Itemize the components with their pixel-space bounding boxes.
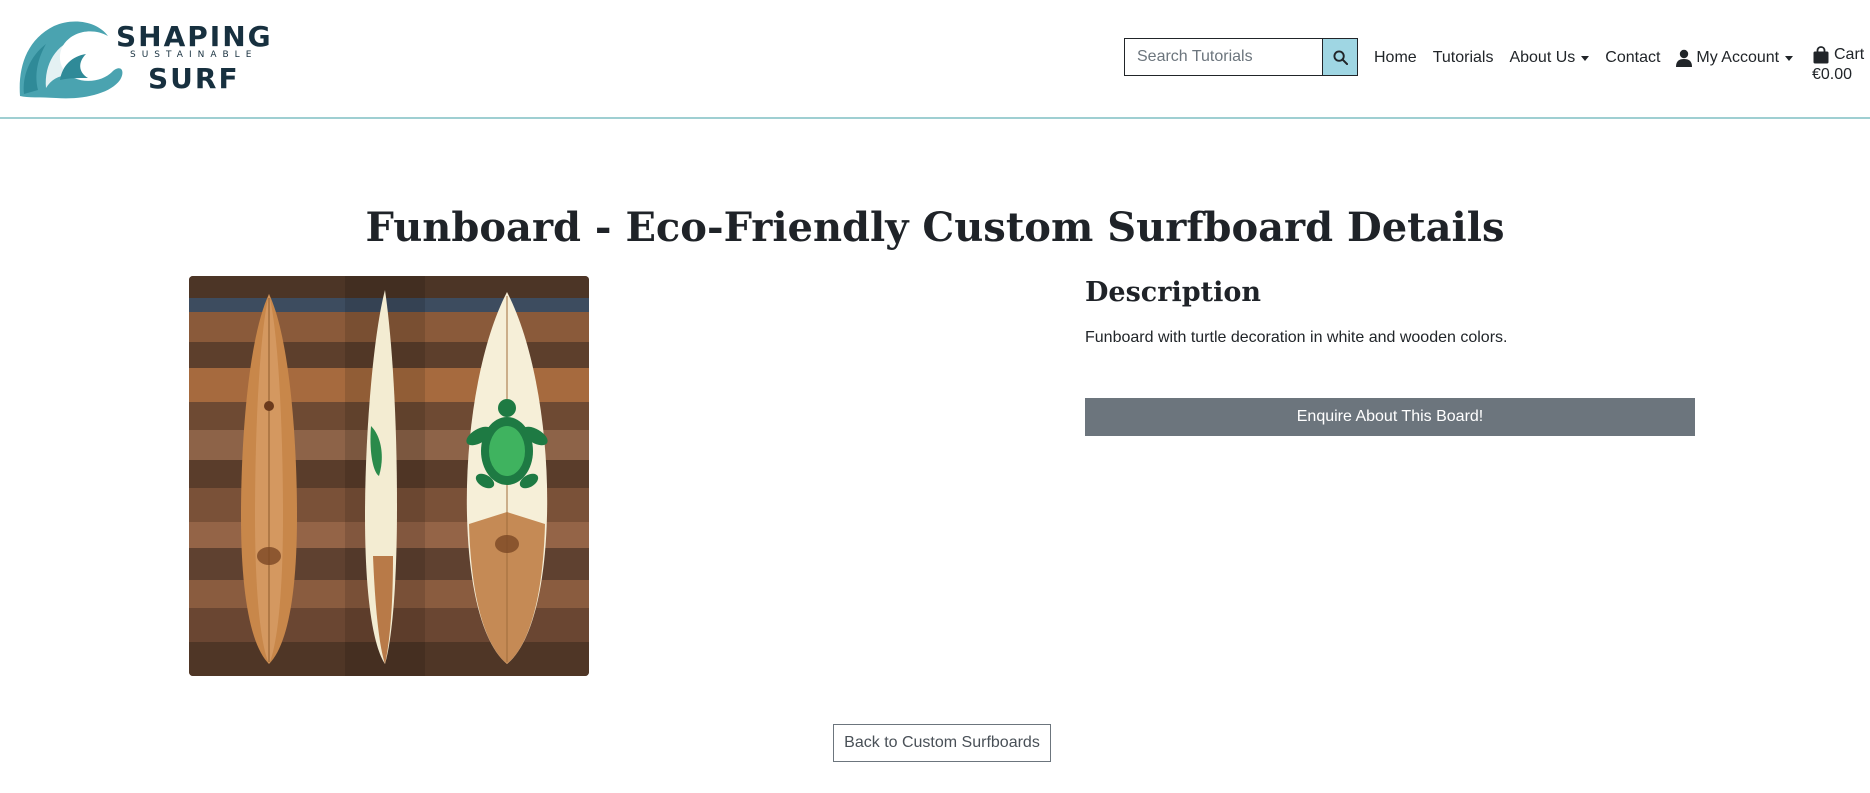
logo-text-shaping: SHAPING bbox=[116, 20, 273, 53]
description-text: Funboard with turtle decoration in white… bbox=[1085, 329, 1508, 346]
caret-down-icon bbox=[1785, 55, 1794, 61]
shopping-bag-icon bbox=[1812, 46, 1830, 64]
cart-link[interactable]: Cart €0.00 bbox=[1812, 46, 1864, 84]
page-title: Funboard - Eco-Friendly Custom Surfboard… bbox=[365, 204, 1505, 251]
description-heading: Description bbox=[1085, 277, 1261, 308]
nav-about-label: About Us bbox=[1509, 49, 1576, 66]
cart-label: Cart bbox=[1834, 46, 1865, 63]
nav-about-dropdown[interactable]: About Us bbox=[1509, 49, 1590, 67]
nav-account-label: My Account bbox=[1696, 49, 1780, 66]
nav-contact-link[interactable]: Contact bbox=[1605, 49, 1660, 67]
search-button[interactable] bbox=[1322, 38, 1358, 76]
main-nav: Home Tutorials About Us Contact My Accou… bbox=[1374, 47, 1809, 69]
logo-text-surf: SURF bbox=[148, 62, 240, 95]
nav-home-link[interactable]: Home bbox=[1374, 49, 1417, 67]
search-input[interactable] bbox=[1124, 38, 1322, 76]
caret-down-icon bbox=[1581, 55, 1590, 61]
nav-account-dropdown[interactable]: My Account bbox=[1676, 49, 1794, 67]
search-icon bbox=[1332, 49, 1348, 65]
surfboard-product-image bbox=[189, 276, 589, 676]
cart-top: Cart bbox=[1812, 46, 1864, 64]
user-icon bbox=[1676, 49, 1693, 67]
logo-text-sustainable: SUSTAINABLE bbox=[130, 50, 258, 60]
back-to-custom-surfboards-button[interactable]: Back to Custom Surfboards bbox=[833, 724, 1051, 762]
site-header: SHAPING SUSTAINABLE SURF Home Tutorials … bbox=[0, 0, 1870, 119]
cart-total: €0.00 bbox=[1812, 66, 1853, 83]
nav-tutorials-link[interactable]: Tutorials bbox=[1433, 49, 1494, 67]
search-form bbox=[1124, 38, 1358, 76]
enquire-button[interactable]: Enquire About This Board! bbox=[1085, 398, 1695, 436]
site-logo[interactable]: SHAPING SUSTAINABLE SURF bbox=[16, 18, 276, 102]
